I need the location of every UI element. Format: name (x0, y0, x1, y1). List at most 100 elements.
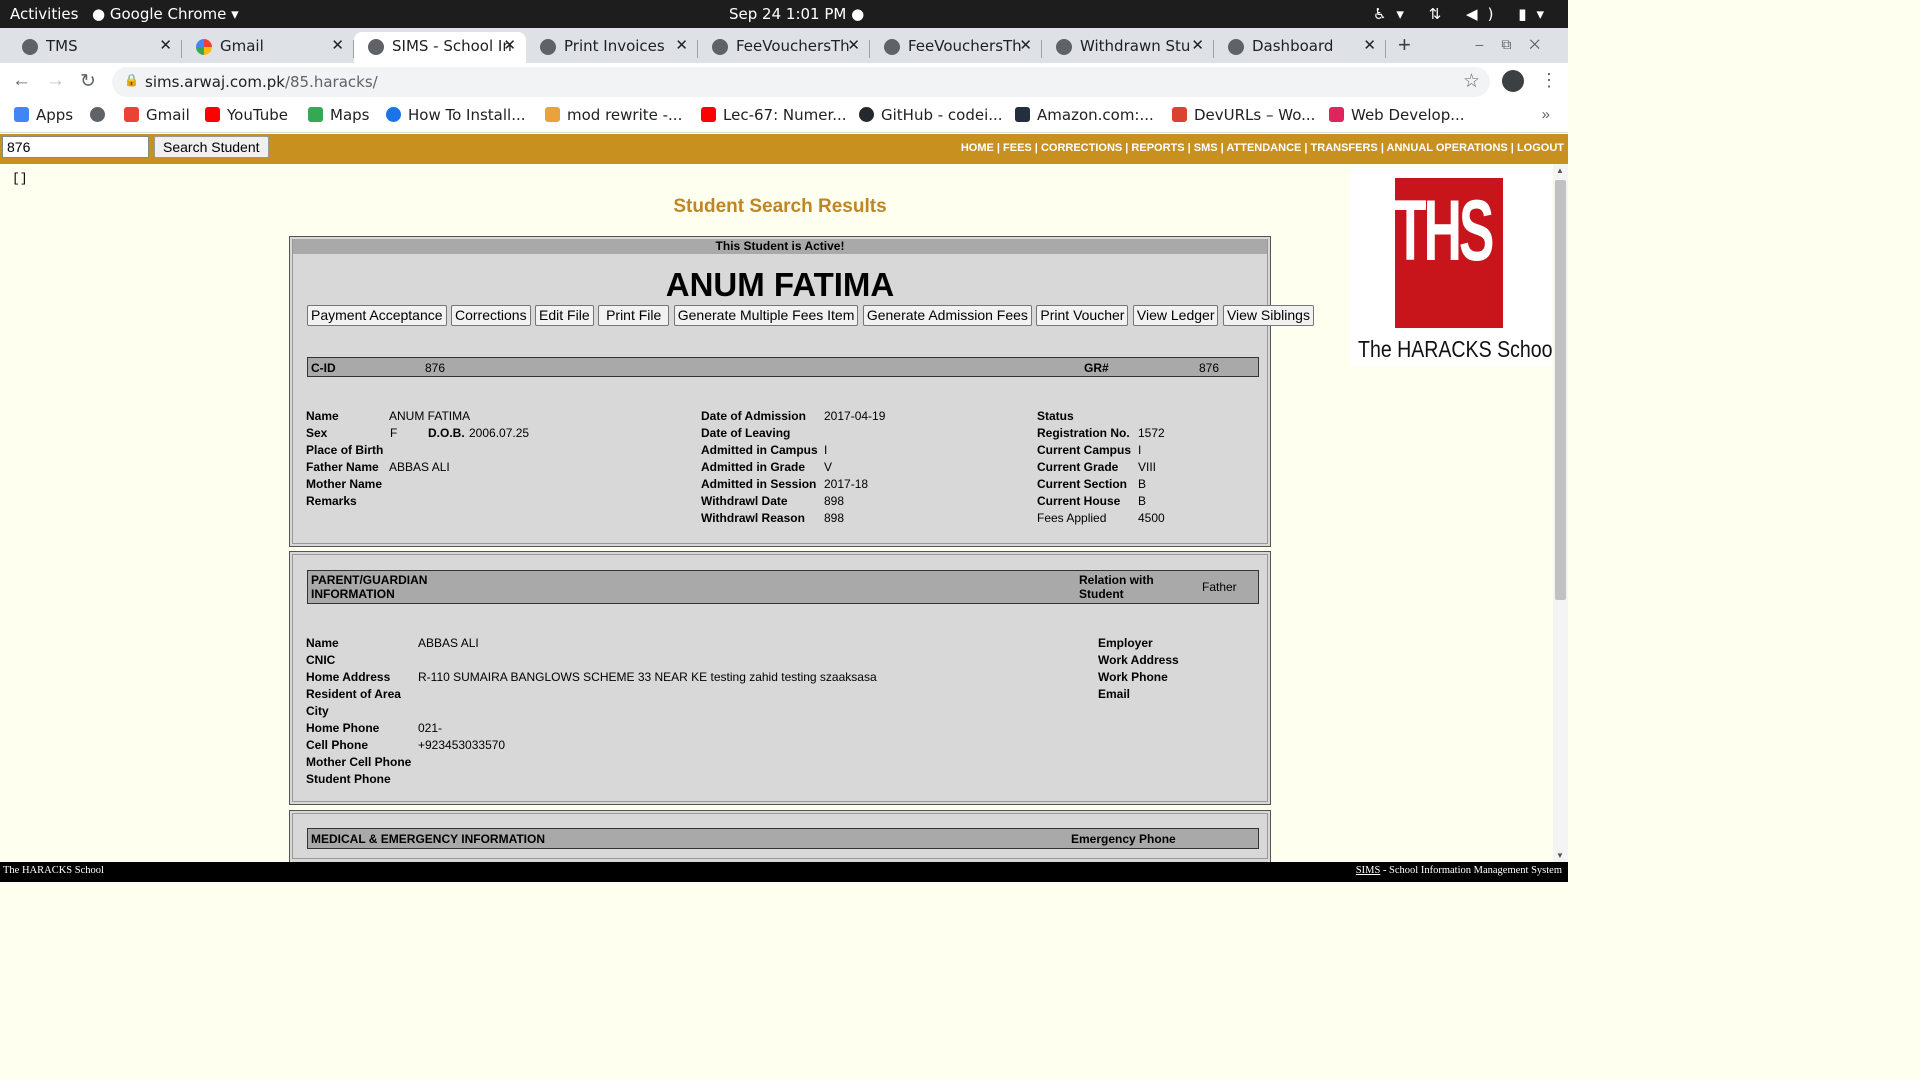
close-icon[interactable]: ✕ (1363, 36, 1376, 54)
school-logo: THS The HARACKS School (1350, 168, 1557, 366)
bookmark-globe[interactable] (90, 106, 112, 124)
bookmark-star-icon[interactable]: ☆ (1463, 70, 1480, 93)
tab-label: Withdrawn Stu (1080, 37, 1191, 55)
main-nav[interactable]: HOME | FEES | CORRECTIONS | REPORTS | SM… (961, 142, 1564, 154)
bookmark-amazon[interactable]: Amazon.com:... (1015, 106, 1154, 124)
tab-withdrawn[interactable]: Withdrawn Stu ✕ (1042, 32, 1214, 63)
page-scrollbar[interactable]: ▲ ▼ (1553, 164, 1568, 862)
new-tab-button[interactable]: + (1398, 32, 1411, 58)
print-file-button[interactable]: Print File (598, 305, 670, 326)
field-remarks: Remarks (306, 494, 357, 508)
guardian-cell-phone: Cell Phone (306, 738, 369, 752)
url-host: sims.arwaj.com.pk (145, 73, 285, 91)
back-arrow-icon[interactable]: ← (12, 70, 31, 92)
search-student-button[interactable]: Search Student (154, 136, 269, 158)
close-icon[interactable]: ✕ (331, 36, 344, 54)
guardian-home-phone: Home Phone (306, 721, 380, 735)
bookmarks-overflow-button[interactable]: » (1542, 106, 1550, 123)
bookmark-label: Amazon.com:... (1037, 106, 1154, 124)
tab-label: Dashboard (1252, 37, 1334, 55)
tab-sims[interactable]: SIMS - School In ✕ (354, 32, 526, 63)
close-icon[interactable]: ✕ (159, 36, 172, 54)
logo-letters: THS (1394, 183, 1494, 279)
clock[interactable]: Sep 24 1:01 PM ● (729, 5, 864, 23)
print-voucher-button[interactable]: Print Voucher (1036, 305, 1129, 326)
google-icon (196, 39, 212, 55)
close-icon[interactable]: ✕ (847, 36, 860, 54)
tab-dashboard[interactable]: Dashboard ✕ (1214, 32, 1386, 63)
generate-multiple-fees-button[interactable]: Generate Multiple Fees Item (673, 305, 859, 326)
bookmark-label: Gmail (146, 106, 190, 124)
guardian-name-value: ABBAS ALI (418, 636, 479, 650)
address-bar[interactable]: 🔒 sims.arwaj.com.pk/85.haracks/ ☆ (112, 67, 1490, 97)
cid-value: 876 (425, 361, 446, 375)
student-search-input[interactable] (2, 136, 149, 158)
close-icon[interactable]: ✕ (675, 36, 688, 54)
reload-icon[interactable]: ↻ (80, 70, 96, 93)
tab-feevouchers-1[interactable]: FeeVouchersTh ✕ (698, 32, 870, 63)
guardian-name: Name (306, 636, 339, 650)
edit-file-button[interactable]: Edit File (535, 305, 594, 326)
bookmark-mod-rewrite[interactable]: mod rewrite -... (545, 106, 682, 124)
scrollbar-thumb[interactable] (1555, 180, 1566, 600)
devurls-icon (1172, 107, 1187, 122)
field-dob: D.O.B. (428, 426, 465, 440)
lock-icon[interactable]: 🔒 (124, 73, 139, 87)
bookmark-maps[interactable]: Maps (308, 106, 369, 124)
field-sex-value: F (390, 426, 398, 440)
globe-icon (22, 39, 38, 55)
field-place-of-birth: Place of Birth (306, 443, 384, 457)
bookmark-label: Apps (36, 106, 74, 124)
bookmark-label: Lec-67: Numer... (723, 106, 847, 124)
tab-feevouchers-2[interactable]: FeeVouchersTh ✕ (870, 32, 1042, 63)
app-menu[interactable]: ● Google Chrome ▾ (92, 5, 239, 23)
bookmark-github[interactable]: GitHub - codei... (859, 106, 1003, 124)
close-icon[interactable]: ✕ (1019, 36, 1032, 54)
stackoverflow-icon (545, 107, 560, 122)
bookmark-youtube[interactable]: YouTube (205, 106, 288, 124)
medical-header-label: MEDICAL & EMERGENCY INFORMATION (311, 832, 546, 846)
window-controls[interactable]: –⧉✕ (1476, 36, 1558, 53)
corrections-button[interactable]: Corrections (450, 305, 531, 326)
view-siblings-button[interactable]: View Siblings (1222, 305, 1314, 326)
site-icon (1329, 107, 1344, 122)
globe-icon (712, 39, 728, 55)
debug-output: [] (12, 171, 28, 186)
footer-system: SIMS - School Information Management Sys… (1356, 865, 1562, 876)
guardian-student-phone: Student Phone (306, 772, 391, 786)
forward-arrow-icon[interactable]: → (46, 70, 65, 92)
bookmark-how-to-install[interactable]: How To Install... (386, 106, 526, 124)
action-buttons: Payment Acceptance Corrections Edit File… (307, 305, 1314, 326)
footer-sims-link[interactable]: SIMS (1356, 865, 1381, 876)
tab-tms[interactable]: TMS ✕ (8, 32, 182, 63)
field-current-house: Current House (1037, 494, 1121, 508)
close-icon[interactable]: ✕ (1191, 36, 1204, 54)
guardian-header-line1: PARENT/GUARDIAN (311, 573, 428, 587)
close-icon[interactable]: ✕ (503, 36, 516, 54)
menu-kebab-icon[interactable]: ⋮ (1540, 70, 1558, 91)
profile-avatar-icon[interactable] (1502, 70, 1524, 92)
bookmark-gmail[interactable]: Gmail (124, 106, 190, 124)
scroll-down-icon[interactable]: ▼ (1556, 851, 1564, 860)
maps-pin-icon (308, 107, 323, 122)
apps-grid-icon (14, 107, 29, 122)
payment-acceptance-button[interactable]: Payment Acceptance (307, 305, 447, 326)
bookmark-web-develop[interactable]: Web Develop... (1329, 106, 1465, 124)
page-footer: The HARACKS School SIMS - School Informa… (0, 862, 1568, 882)
student-name: ANUM FATIMA (665, 266, 895, 303)
bookmark-lec67[interactable]: Lec-67: Numer... (701, 106, 847, 124)
tab-gmail[interactable]: Gmail ✕ (182, 32, 354, 63)
generate-admission-fees-button[interactable]: Generate Admission Fees (862, 305, 1032, 326)
sims-header-bar: Search Student HOME | FEES | CORRECTIONS… (0, 134, 1568, 164)
globe-icon (540, 39, 556, 55)
view-ledger-button[interactable]: View Ledger (1132, 305, 1219, 326)
bookmark-devurls[interactable]: DevURLs – Wo... (1172, 106, 1315, 124)
system-tray[interactable]: ♿▾ ⇅ ◀) ▮▾ (1373, 5, 1554, 23)
scroll-up-icon[interactable]: ▲ (1556, 166, 1564, 175)
tab-print-invoices[interactable]: Print Invoices ✕ (526, 32, 698, 63)
activities-button[interactable]: Activities (10, 5, 78, 23)
bookmarks-bar: Apps Gmail YouTube Maps How To Install..… (0, 101, 1568, 133)
relation-value: Father (1202, 580, 1237, 594)
bookmark-apps[interactable]: Apps (14, 106, 73, 124)
url-path: /85.haracks/ (284, 73, 378, 91)
